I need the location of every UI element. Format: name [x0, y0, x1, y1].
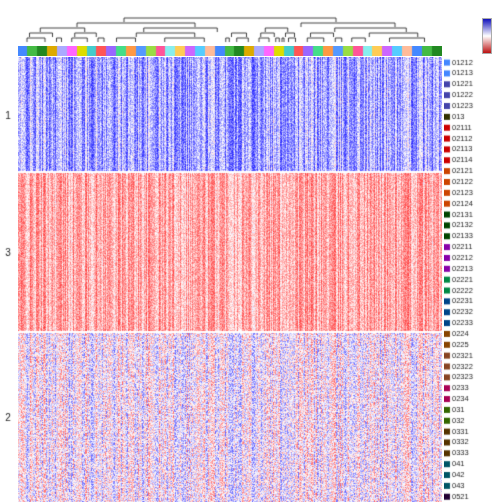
- chart-title: [0, 0, 444, 4]
- row-label-canvas: [0, 57, 16, 502]
- heatmap: [18, 57, 442, 502]
- dendrogram-top: [18, 16, 442, 44]
- color-legend: [482, 18, 502, 54]
- legend-gradient: [482, 18, 492, 54]
- colorbar: [18, 46, 442, 56]
- col-labels: [444, 57, 502, 502]
- main-container: [0, 0, 504, 504]
